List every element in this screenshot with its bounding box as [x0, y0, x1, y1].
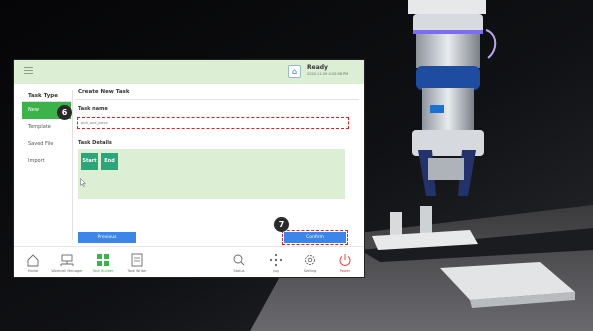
nav-status-label: Status — [233, 269, 245, 273]
page-title: Create New Task — [78, 89, 130, 95]
task-name-input[interactable]: pick_and_place — [77, 117, 349, 129]
nav-workcell-manager[interactable]: Workcell Manager — [50, 247, 84, 277]
nav-home-label: Home — [27, 269, 39, 273]
start-block[interactable]: Start — [81, 153, 98, 170]
nav-task-builder[interactable]: Task Builder — [86, 247, 120, 277]
app-screen: ⌂ Ready 2020-11-09 4:20:58 PM Task Type … — [13, 59, 365, 278]
nav-power[interactable]: Power — [328, 247, 362, 277]
top-bar: ⌂ Ready 2020-11-09 4:20:58 PM — [14, 60, 364, 84]
status-icon — [233, 254, 245, 266]
previous-button[interactable]: Previous — [78, 232, 136, 243]
nav-home[interactable]: Home — [16, 247, 50, 277]
task-name-label: Task name — [78, 106, 108, 112]
nav-setting-label: Setting — [303, 269, 317, 273]
nav-jog[interactable]: Jog — [259, 247, 293, 277]
nav-setting[interactable]: Setting — [293, 247, 327, 277]
hamburger-menu-icon[interactable] — [24, 67, 33, 75]
task-details-canvas[interactable]: Start End — [78, 149, 345, 199]
nav-status[interactable]: Status — [222, 247, 256, 277]
step-7-callout: 7 — [274, 217, 289, 232]
status-timestamp: 2020-11-09 4:20:58 PM — [307, 72, 349, 76]
sidebar-item-saved-file[interactable]: Saved File — [22, 136, 71, 153]
sidebar-item-template[interactable]: Template — [22, 119, 71, 136]
nav-task-writer-label: Task Writer — [127, 269, 147, 273]
end-block[interactable]: End — [101, 153, 118, 170]
status-title: Ready — [307, 64, 328, 71]
workcell-icon — [60, 254, 74, 266]
task-writer-icon — [131, 253, 143, 267]
nav-jog-label: Jog — [273, 269, 279, 273]
jog-icon — [269, 253, 283, 267]
task-details-label: Task Details — [78, 140, 112, 146]
house-icon[interactable]: ⌂ — [288, 65, 301, 78]
nav-task-builder-label: Task Builder — [92, 269, 114, 273]
confirm-button[interactable]: Confirm — [282, 230, 348, 245]
bottom-navigation: Home Workcell Manager Task Builder Task … — [14, 246, 364, 277]
task-builder-icon — [97, 254, 109, 266]
home-icon — [27, 254, 39, 267]
sidebar-heading: Task Type — [22, 90, 71, 102]
step-6-callout: 6 — [57, 105, 72, 120]
title-divider — [75, 99, 359, 100]
setting-icon — [305, 255, 315, 265]
mouse-cursor-icon — [80, 178, 86, 187]
sidebar-divider — [72, 90, 73, 240]
nav-workcell-manager-label: Workcell Manager — [51, 269, 83, 273]
power-icon — [339, 254, 351, 266]
nav-power-label: Power — [339, 269, 351, 273]
sidebar-item-import[interactable]: Import — [22, 153, 71, 170]
nav-task-writer[interactable]: Task Writer — [120, 247, 154, 277]
